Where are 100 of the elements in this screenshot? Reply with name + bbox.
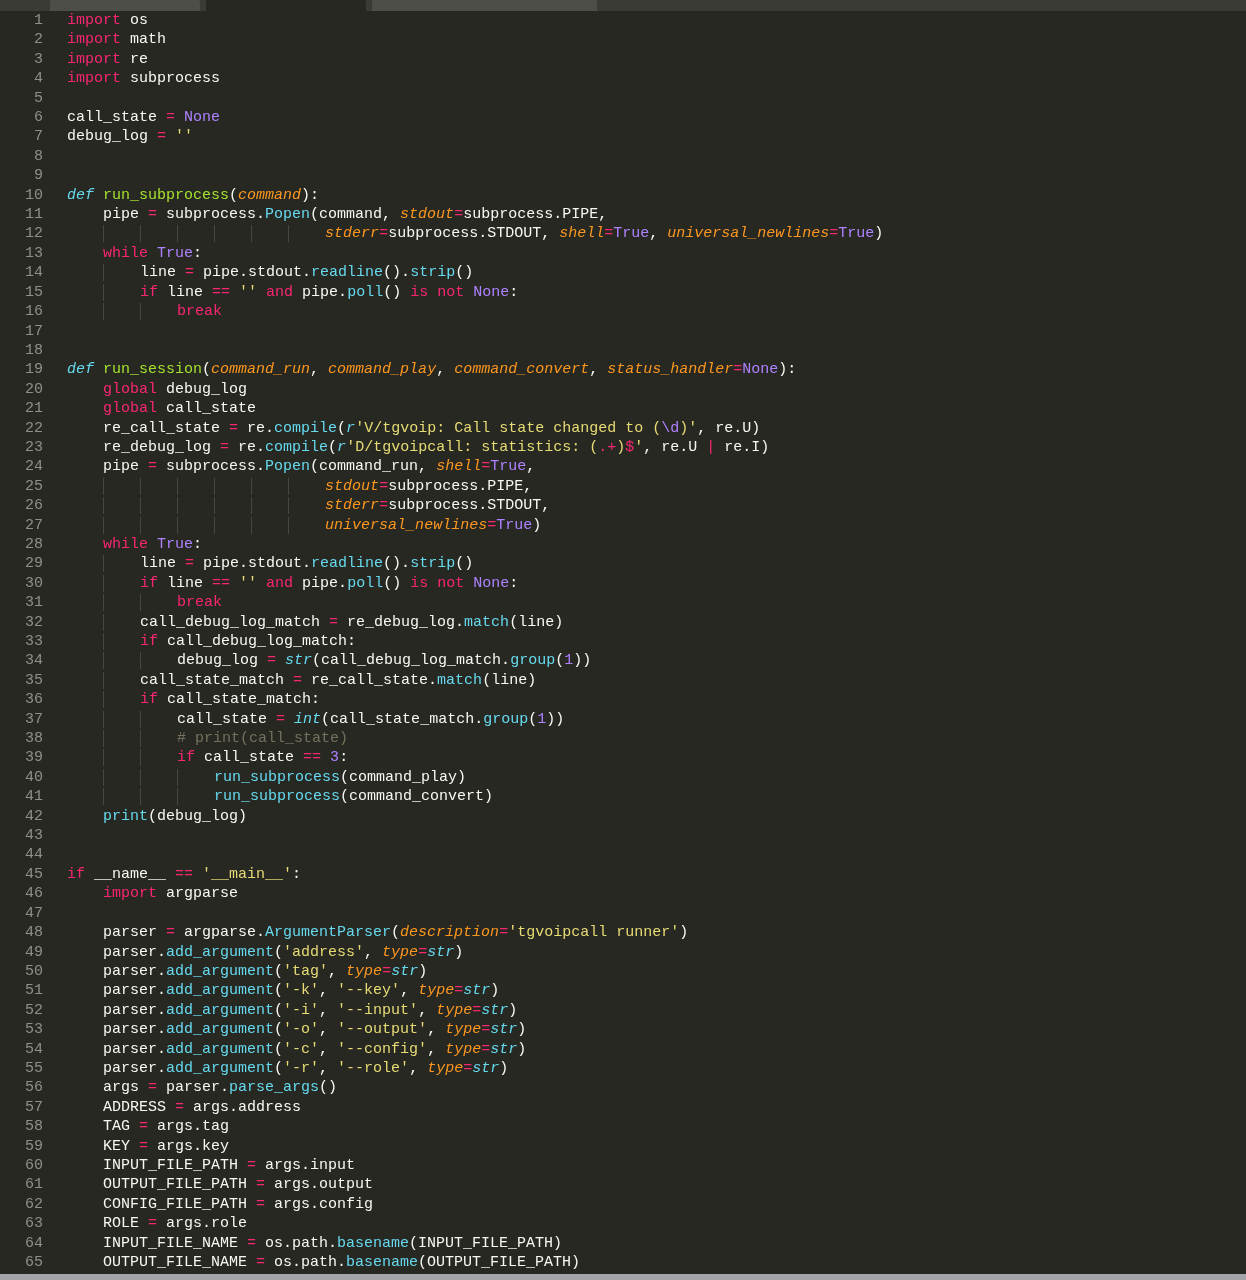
line-number: 26 [25,496,43,516]
line-number: 30 [25,573,43,594]
code-line: while True: [102,243,203,264]
code-line: universal_newlines=True) [67,515,542,535]
line-number: 24 [25,457,43,477]
code-line: call_state = int(call_state_match.group(1)) [67,709,565,730]
code-line: run_subprocess(command_play) [67,767,467,788]
line-number: 27 [25,515,43,535]
line-number: 13 [25,243,43,264]
line-number: 56 [25,1078,43,1098]
line-number: 48 [25,923,43,943]
line-number: 21 [25,399,43,419]
line-number: 9 [34,166,43,186]
code-line: INPUT_FILE_PATH = args.input [102,1155,356,1176]
line-number: 36 [25,690,43,710]
line-number: 22 [25,418,43,438]
line-number: 34 [25,651,43,671]
code-line: if call_state == 3: [67,748,349,768]
code-line: print(debug_log) [102,806,248,827]
code-line: args = parser.parse_args() [102,1078,338,1098]
code-line: parser.add_argument('-i', '--input', type=str) [102,1000,518,1021]
line-number: 53 [25,1020,43,1040]
line-number: 23 [25,437,43,458]
line-number: 19 [25,360,43,380]
code-line: INPUT_FILE_NAME = os.path.basename(INPUT_FILE_PATH) [102,1233,563,1253]
code-line: line = pipe.stdout.readline().strip() [67,263,474,283]
line-number: 31 [25,593,43,613]
code-line: global call_state [102,399,257,419]
line-number: 47 [25,903,43,924]
line-number: 6 [34,108,43,128]
line-number: 11 [25,205,43,225]
line-number: 38 [25,729,43,749]
line-number: 58 [25,1117,43,1137]
code-line: if line == '' and pipe.poll() is not None: [67,282,519,303]
code-line: call_state = None [67,108,221,128]
code-line: break [67,302,223,322]
editor-tab[interactable] [50,0,200,11]
code-line: debug_log = str(call_debug_log_match.group(1)) [67,651,592,671]
line-number: 12 [25,224,43,244]
code-line: re_call_state = re.compile(r'V/tgvoip: Call state changed to (\d)', re.U) [102,418,761,438]
line-number: 65 [25,1253,43,1273]
line-number: 28 [25,534,43,555]
editor-tab[interactable] [372,0,597,11]
line-number: 61 [25,1175,43,1195]
line-number: 29 [25,554,43,574]
line-number: 1 [34,11,43,31]
line-number: 8 [34,146,43,167]
line-number: 25 [25,476,43,497]
horizontal-scrollbar[interactable] [0,1274,1246,1280]
code-line: ROLE = args.role [102,1214,248,1234]
code-line: pipe = subprocess.Popen(command_run, shell=True, [102,457,536,477]
line-number: 4 [34,69,43,89]
code-line: import subprocess [67,69,221,89]
line-number: 46 [25,884,43,904]
code-line: import os [67,11,149,31]
code-line: def run_session(command_run, command_play, command_convert, status_handler=None): [67,360,797,380]
line-number: 42 [25,806,43,827]
line-number: 39 [25,748,43,768]
code-line: def run_subprocess(command): [67,185,320,206]
line-number: 37 [25,709,43,730]
code-line: CONFIG_FILE_PATH = args.config [102,1194,374,1215]
code-line: TAG = args.tag [102,1117,230,1137]
code-line: parser.add_argument('-r', '--role', type=str) [102,1058,509,1079]
code-line: debug_log = '' [67,127,194,147]
code-line: import re [67,49,149,70]
line-number: 50 [25,961,43,982]
line-number: 51 [25,981,43,1001]
line-number: 35 [25,670,43,691]
code-line: import math [67,30,167,50]
code-line: line = pipe.stdout.readline().strip() [67,554,474,574]
line-number: 57 [25,1097,43,1118]
line-number: 7 [34,127,43,147]
code-line: pipe = subprocess.Popen(command, stdout=subprocess.PIPE, [102,205,608,225]
line-number: 15 [25,282,43,303]
line-number: 18 [25,340,43,361]
code-line: stderr=subprocess.STDOUT, [67,496,551,516]
code-line: # print(call_state) [67,729,349,749]
code-line: parser = argparse.ArgumentParser(description='tgvoipcall runner') [102,923,689,943]
line-number: 5 [34,88,43,109]
code-line: KEY = args.key [102,1136,230,1156]
line-number: 32 [25,612,43,632]
line-number: 64 [25,1233,43,1253]
code-line: if __name__ == '__main__': [67,864,302,885]
code-line: while True: [102,534,203,555]
line-number: 44 [25,845,43,865]
code-line: if call_debug_log_match: [67,632,357,652]
code-line: run_subprocess(command_convert) [67,787,494,807]
line-number: 2 [34,30,43,50]
code-line: if call_state_match: [67,690,321,710]
line-number: 3 [34,49,43,70]
code-line: call_debug_log_match = re_debug_log.match(line) [67,612,564,632]
line-number: 55 [25,1058,43,1079]
line-number: 63 [25,1214,43,1234]
line-number: 33 [25,632,43,652]
code-line: call_state_match = re_call_state.match(line) [67,670,537,691]
line-number: 60 [25,1155,43,1176]
line-number: 45 [25,864,43,885]
code-line: parser.add_argument('tag', type=str) [102,961,428,982]
code-line: OUTPUT_FILE_NAME = os.path.basename(OUTPUT_FILE_PATH) [102,1253,581,1273]
line-number: 59 [25,1136,43,1156]
